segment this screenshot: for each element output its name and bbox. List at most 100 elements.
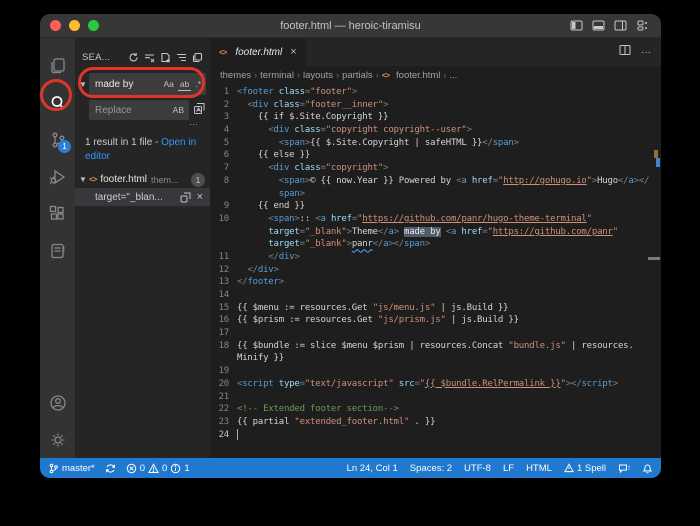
view-as-tree-icon[interactable] [176,52,187,63]
breadcrumb-item[interactable]: themes [220,70,251,81]
code-line[interactable]: 22 <!-- Extended footer section--> [210,403,661,416]
breadcrumb-item[interactable]: layouts [303,70,333,81]
search-icon[interactable] [40,84,75,121]
line-number: 20 [218,378,230,389]
tab-footer-html[interactable]: <> footer.html × [210,38,307,66]
preserve-case-toggle[interactable]: AB [171,104,186,116]
code-line[interactable]: 13 </footer> [210,276,661,289]
code-line[interactable]: 5 <span>{{ $.Site.Copyright | safeHTML }… [210,137,661,150]
settings-gear-icon[interactable] [40,421,75,458]
code-token: > [612,378,618,389]
source-control-icon[interactable]: 1 [40,121,75,158]
breadcrumb-item[interactable]: footer.html [396,70,440,81]
indentation[interactable]: Spaces: 2 [410,463,452,474]
code-token: div [273,163,290,174]
code-line[interactable]: 7 <div class="copyright"> [210,162,661,175]
code-token: href [471,175,493,186]
code-token: target [268,226,300,237]
code-line[interactable]: 14 [210,289,661,302]
account-icon[interactable] [40,384,75,421]
more-actions-icon[interactable]: ··· [641,47,651,58]
dismiss-match-icon[interactable]: × [197,191,203,203]
clear-results-icon[interactable] [144,52,155,63]
toggle-search-details[interactable]: ··· [75,120,210,130]
toggle-panel-icon[interactable] [592,19,605,32]
code-line[interactable]: 19 [210,365,661,378]
spell-checker[interactable]: 1 Spell [564,463,606,474]
match-case-toggle[interactable]: Aa [161,78,175,90]
line-number: 22 [218,404,230,415]
refresh-icon[interactable] [128,52,139,63]
code-line[interactable]: 17 [210,327,661,340]
zoom-button[interactable] [88,20,99,31]
close-button[interactable] [50,20,61,31]
breadcrumb-item[interactable]: partials [342,70,373,81]
code-line[interactable]: 2 <div class="footer__inner"> [210,99,661,112]
toggle-sidebar-icon[interactable] [570,19,583,32]
breadcrumb-item[interactable]: ... [449,70,457,81]
line-number: 14 [218,290,230,300]
line-number: 21 [218,391,230,402]
editor-group: <> footer.html × ··· themes › terminal › lay… [210,38,661,458]
extensions-icon[interactable] [40,195,75,232]
code-line[interactable]: span> [210,188,661,201]
notifications-bell-icon[interactable] [642,463,653,474]
notebook-icon[interactable] [40,232,75,269]
code-line[interactable]: 11 </div> [210,251,661,264]
feedback-icon[interactable] [618,463,630,474]
replace-row: Replace AB [89,100,206,120]
replace-placeholder: Replace [95,104,132,116]
language-mode[interactable]: HTML [526,463,552,474]
whole-word-toggle[interactable]: ab [177,78,192,91]
replace-all-icon[interactable] [193,102,206,118]
eol-sequence[interactable]: LF [503,463,514,474]
code-line[interactable]: target="_blank">panr</a></span> [210,238,661,251]
code-line[interactable]: 1 <footer class="footer"> [210,86,661,99]
collapse-file-chevron-icon[interactable]: ▼ [77,175,89,184]
code-line[interactable]: 16 {{ $prism := resources.Get "js/prism.j… [210,314,661,327]
run-debug-icon[interactable] [40,158,75,195]
new-search-editor-icon[interactable] [160,52,171,63]
code-line[interactable]: Minify }} [210,352,661,365]
regex-toggle[interactable]: .* [193,78,203,90]
search-input[interactable]: made by Aa ab .* [89,73,206,95]
code-line[interactable]: 8 <span>© {{ now.Year }} Powered by <a h… [210,175,661,188]
code-line[interactable]: 21 [210,391,661,404]
code-line[interactable]: 18 {{ $bundle := slice $menu $prism | res… [210,340,661,353]
replace-match-icon[interactable] [180,192,191,203]
problems-indicator[interactable]: 0 0 1 [126,463,190,474]
split-editor-icon[interactable] [619,43,631,61]
code-line[interactable]: 20 <script type="text/javascript" src="{{… [210,378,661,391]
sync-indicator[interactable] [105,463,116,474]
code-line[interactable]: 15 {{ $menu := resources.Get "js/menu.js"… [210,302,661,315]
code-editor[interactable]: 1 <footer class="footer"> 2 <div class="fo… [210,84,661,458]
code-token: "_blank" [304,226,347,237]
toggle-replace-chevron-icon[interactable]: ▼ [77,80,89,89]
breadcrumb-item[interactable]: terminal [260,70,294,81]
branch-indicator[interactable]: master* [48,463,95,474]
code-line[interactable]: 4 <div class="copyright copyright--user"… [210,124,661,137]
match-result-row[interactable]: target="_blan... × [75,188,210,206]
code-line[interactable]: 10 <span>:: <a href="https://github.com/… [210,213,661,226]
collapse-all-icon[interactable] [192,52,203,63]
breadcrumb-separator: › [296,70,300,80]
code-line[interactable]: 23 {{ partial "extended_footer.html" . }} [210,416,661,429]
toggle-secondary-sidebar-icon[interactable] [614,19,627,32]
code-token: "footer__inner" [304,99,384,110]
code-line[interactable]: 6 {{ else }} [210,149,661,162]
code-line[interactable]: 24 [210,428,661,442]
code-line[interactable]: 3 {{ if $.Site.Copyright }} [210,111,661,124]
file-result-row[interactable]: ▼ <> footer.html them... 1 [75,171,210,188]
line-content: {{ end }} [237,200,661,213]
minimize-button[interactable] [69,20,80,31]
code-line[interactable]: 12 </div> [210,264,661,277]
code-token: > [294,251,300,262]
customize-layout-icon[interactable] [636,19,649,32]
cursor-position[interactable]: Ln 24, Col 1 [347,463,398,474]
code-line[interactable]: 9 {{ end }} [210,200,661,213]
encoding[interactable]: UTF-8 [464,463,491,474]
code-line[interactable]: target="_blank">Theme</a> made by <a hre… [210,226,661,239]
explorer-icon[interactable] [40,47,75,84]
replace-input[interactable]: Replace AB [89,100,189,120]
tab-close-icon[interactable]: × [290,46,296,58]
